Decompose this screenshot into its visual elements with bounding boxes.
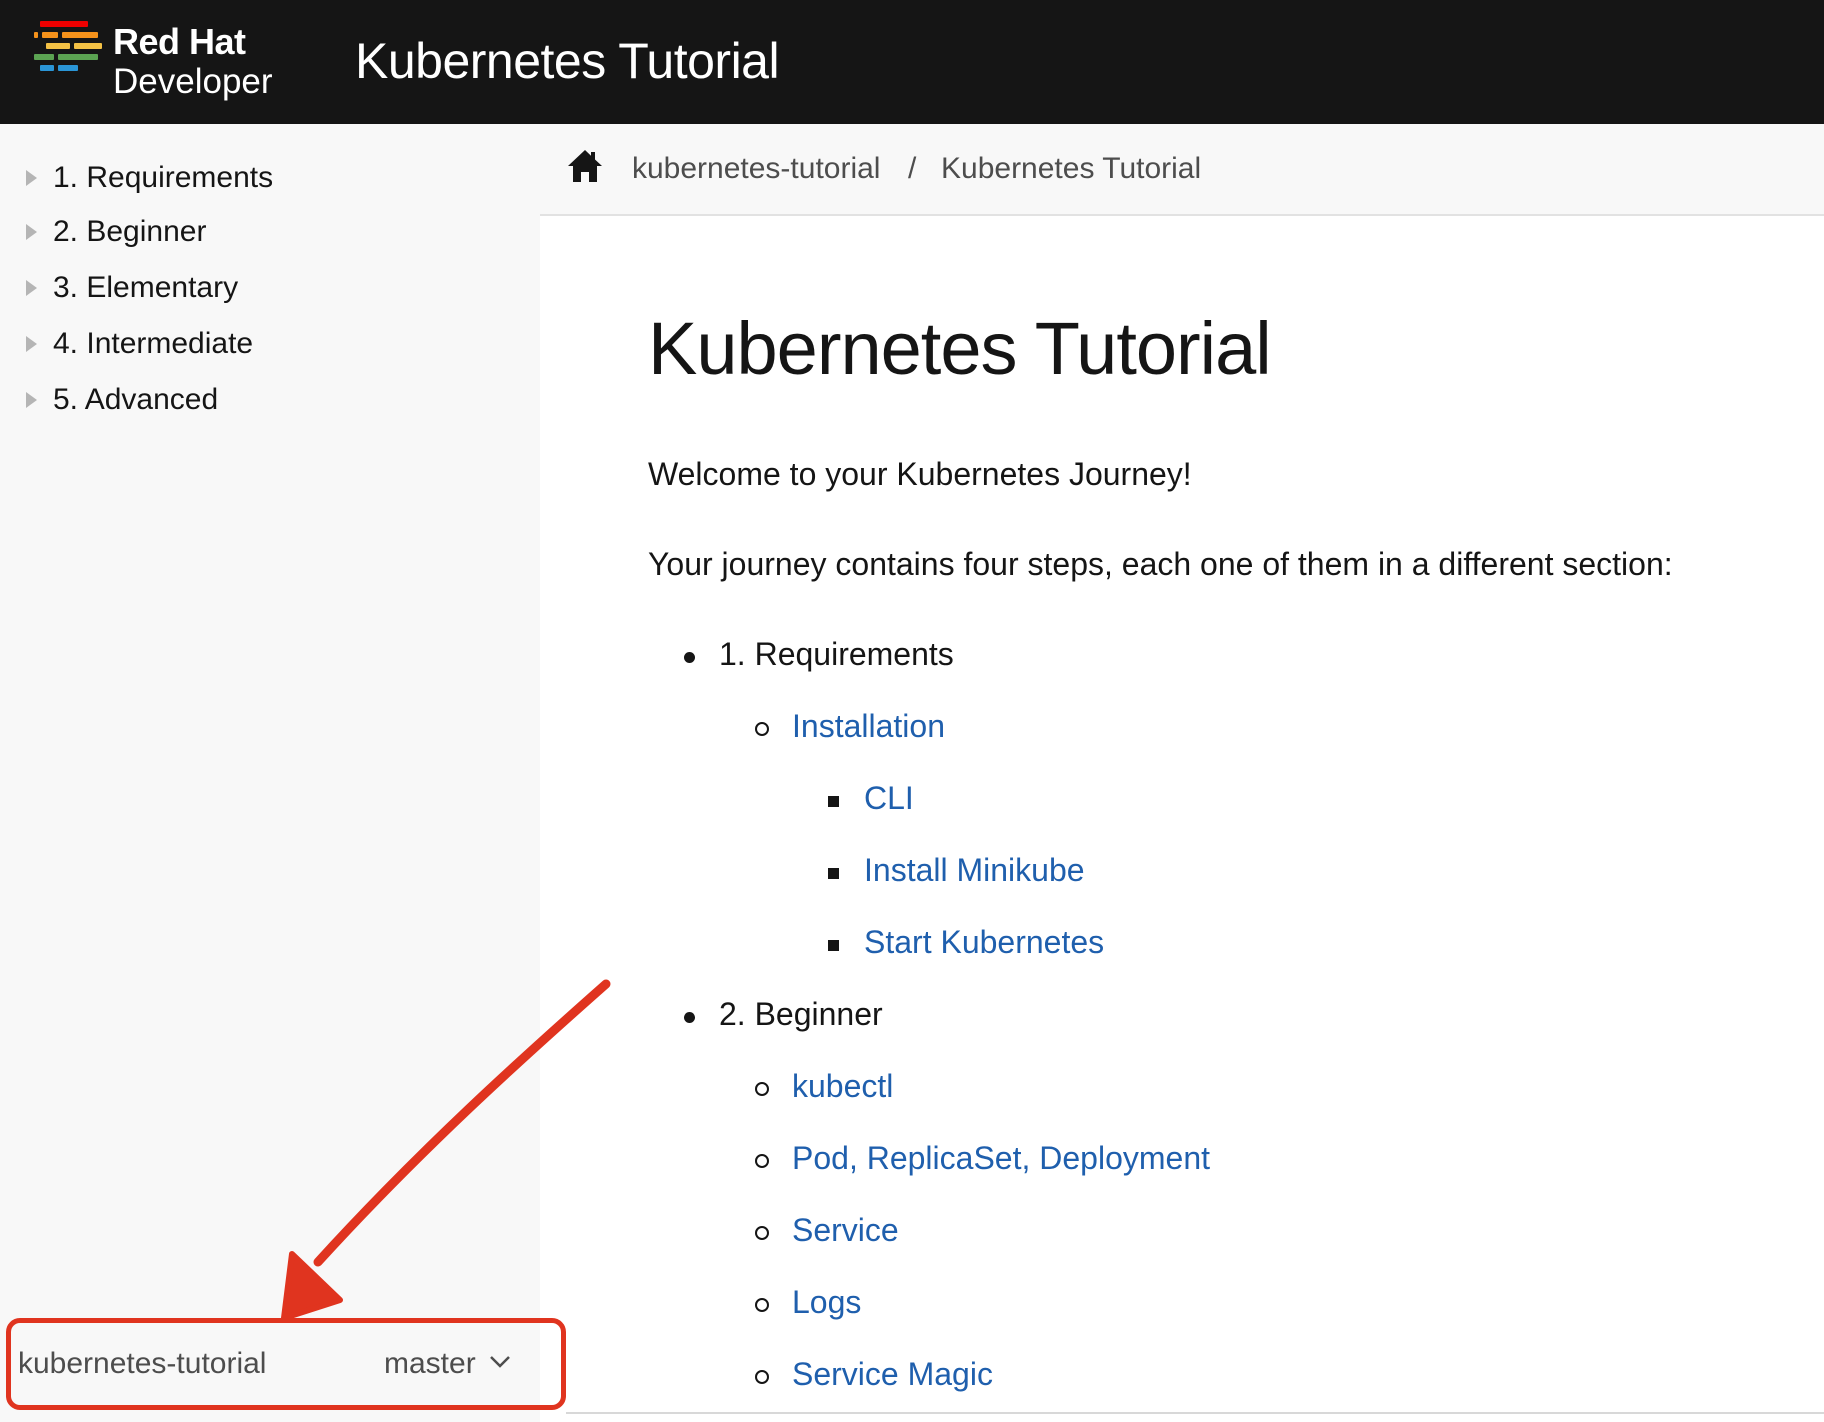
link-logs[interactable]: Logs [792, 1284, 861, 1321]
logo-text-line2: Developer [113, 62, 273, 101]
caret-right-icon[interactable] [26, 280, 37, 296]
list-bullet [684, 1012, 695, 1023]
breadcrumb-separator: / [908, 152, 917, 185]
list-bullet [755, 1298, 769, 1312]
list-item-beginner: 2. Beginner [719, 996, 883, 1032]
list-bullet [755, 1226, 769, 1240]
logo-text-line1: Red Hat [113, 21, 246, 62]
link-installation[interactable]: Installation [792, 708, 945, 745]
logo-stripes-icon [34, 21, 104, 81]
breadcrumb-current-page: Kubernetes Tutorial [941, 152, 1202, 185]
list-bullet [684, 652, 695, 663]
sidebar-item-requirements[interactable]: 1. Requirements [26, 161, 273, 195]
sidebar-item-label[interactable]: 3. Elementary [53, 271, 238, 305]
lead-paragraph: Your journey contains four steps, each o… [648, 546, 1673, 582]
list-bullet [755, 1370, 769, 1384]
page-title: Kubernetes Tutorial [648, 307, 1272, 390]
list-bullet [755, 722, 769, 736]
link-start-kubernetes[interactable]: Start Kubernetes [864, 924, 1104, 961]
top-navbar: Red Hat Developer Kubernetes Tutorial [0, 0, 1824, 124]
link-kubectl[interactable]: kubectl [792, 1068, 893, 1105]
list-item-requirements: 1. Requirements [719, 636, 954, 672]
sidebar-item-elementary[interactable]: 3. Elementary [26, 271, 238, 305]
content-divider [566, 1412, 1824, 1414]
link-service-magic[interactable]: Service Magic [792, 1356, 993, 1393]
sidebar-item-beginner[interactable]: 2. Beginner [26, 215, 206, 249]
caret-right-icon[interactable] [26, 392, 37, 408]
sidebar-item-label[interactable]: 1. Requirements [53, 161, 273, 195]
link-cli[interactable]: CLI [864, 780, 914, 817]
site-title[interactable]: Kubernetes Tutorial [355, 32, 780, 90]
list-bullet [828, 940, 839, 951]
home-icon[interactable] [566, 148, 604, 184]
intro-paragraph: Welcome to your Kubernetes Journey! [648, 456, 1192, 492]
sidebar-item-advanced[interactable]: 5. Advanced [26, 383, 218, 417]
link-install-minikube[interactable]: Install Minikube [864, 852, 1085, 889]
list-bullet [755, 1154, 769, 1168]
sidebar-item-intermediate[interactable]: 4. Intermediate [26, 327, 253, 361]
sidebar-item-label[interactable]: 4. Intermediate [53, 327, 253, 361]
red-hat-developer-logo[interactable]: Red Hat Developer [34, 18, 294, 108]
caret-right-icon[interactable] [26, 224, 37, 240]
link-pod-replicaset-deployment[interactable]: Pod, ReplicaSet, Deployment [792, 1140, 1210, 1177]
caret-right-icon[interactable] [26, 336, 37, 352]
annotation-highlight-box [6, 1318, 566, 1410]
list-bullet [755, 1082, 769, 1096]
breadcrumb-component[interactable]: kubernetes-tutorial [632, 152, 880, 186]
list-bullet [828, 796, 839, 807]
sidebar-nav [0, 124, 540, 1422]
list-bullet [828, 868, 839, 879]
link-service[interactable]: Service [792, 1212, 899, 1249]
sidebar-item-label[interactable]: 2. Beginner [53, 215, 206, 249]
sidebar-item-label[interactable]: 5. Advanced [53, 383, 218, 417]
caret-right-icon[interactable] [26, 170, 37, 186]
